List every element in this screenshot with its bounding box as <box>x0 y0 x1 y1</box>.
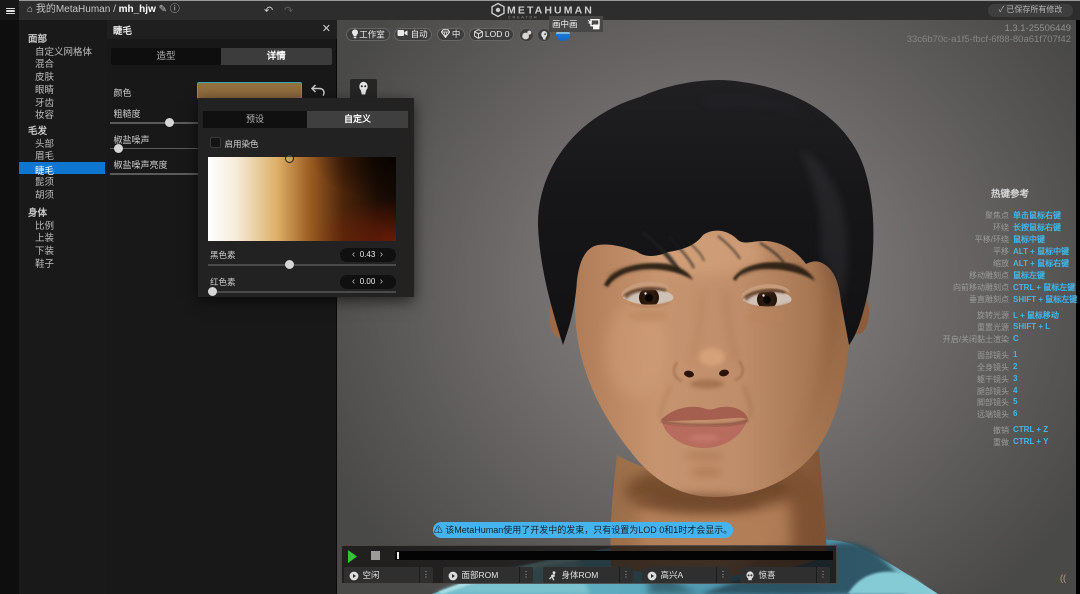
svg-text:CREATOR: CREATOR <box>508 15 538 20</box>
svg-text:((: (( <box>1060 573 1066 583</box>
